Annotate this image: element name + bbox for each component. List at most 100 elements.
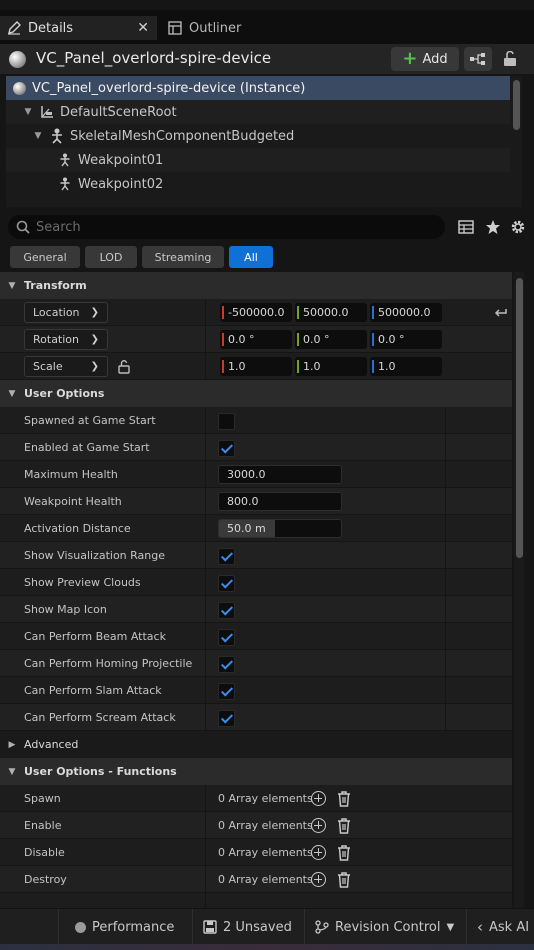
- homing-projectile-row: Can Perform Homing Projectile: [0, 650, 512, 677]
- tree-item-instance[interactable]: VC_Panel_overlord-spire-device (Instance…: [6, 76, 510, 100]
- category-user-options[interactable]: ▼ User Options: [0, 380, 512, 407]
- unlock-icon[interactable]: [118, 360, 130, 374]
- scale-y-field[interactable]: 1.0: [295, 357, 367, 376]
- expand-arrow-icon[interactable]: ▼: [22, 107, 34, 117]
- show-visualization-range-checkbox[interactable]: [218, 548, 235, 565]
- gear-icon[interactable]: [509, 218, 527, 236]
- property-label: Disable: [24, 846, 65, 859]
- scream-attack-checkbox[interactable]: [218, 710, 235, 727]
- tree-item-skeletalmesh[interactable]: ▼ SkeletalMeshComponentBudgeted: [6, 124, 510, 148]
- property-label: Enable: [24, 819, 62, 832]
- transform-location-row: Location ❯ -500000.0 50000.0 500000.0: [0, 299, 512, 326]
- rotation-z-field[interactable]: 0.0 °: [370, 330, 442, 349]
- chevron-down-icon: ❯: [90, 361, 99, 372]
- filter-lod-button[interactable]: LOD: [85, 246, 137, 268]
- filter-row: General LOD Streaming All: [0, 244, 534, 272]
- slam-attack-checkbox[interactable]: [218, 683, 235, 700]
- rotation-dropdown[interactable]: Rotation ❯: [24, 329, 108, 350]
- property-label: Show Map Icon: [24, 603, 107, 616]
- tree-item-label: DefaultSceneRoot: [60, 104, 177, 120]
- add-element-icon[interactable]: [311, 872, 326, 887]
- property-label: Can Perform Homing Projectile: [24, 657, 193, 670]
- category-title: Advanced: [24, 738, 79, 751]
- revision-control-button[interactable]: Revision Control ▼: [304, 909, 456, 945]
- taskbar-strip: [0, 944, 534, 950]
- add-component-button[interactable]: + Add: [391, 47, 459, 71]
- dropdown-label: Location: [33, 306, 80, 319]
- add-label: Add: [422, 51, 448, 67]
- location-z-field[interactable]: 500000.0: [370, 303, 442, 322]
- ask-ai-button[interactable]: ‹ Ask AI: [466, 909, 534, 945]
- tree-item-weakpoint02[interactable]: Weakpoint02: [6, 172, 510, 196]
- column-divider: [205, 461, 206, 488]
- rotation-x-field[interactable]: 0.0 °: [220, 330, 292, 349]
- category-title: Transform: [24, 279, 87, 292]
- homing-projectile-checkbox[interactable]: [218, 656, 235, 673]
- category-transform[interactable]: ▼ Transform: [0, 272, 512, 299]
- column-divider: [445, 704, 446, 731]
- trash-icon[interactable]: [336, 817, 352, 834]
- table-view-icon[interactable]: [457, 218, 475, 236]
- scale-z-field[interactable]: 1.0: [370, 357, 442, 376]
- maximum-health-field[interactable]: 3000.0: [218, 465, 342, 484]
- unlock-icon[interactable]: [500, 49, 520, 69]
- show-map-icon-checkbox[interactable]: [218, 602, 235, 619]
- tree-item-weakpoint01[interactable]: Weakpoint01: [6, 148, 510, 172]
- star-icon[interactable]: [484, 218, 502, 236]
- beam-attack-row: Can Perform Beam Attack: [0, 623, 512, 650]
- spawned-at-game-start-checkbox[interactable]: [218, 413, 235, 430]
- activation-distance-slider[interactable]: 50.0 m: [218, 519, 342, 538]
- property-label: Enabled at Game Start: [24, 441, 150, 454]
- actor-name: VC_Panel_overlord-spire-device: [36, 49, 272, 67]
- filter-general-button[interactable]: General: [10, 246, 80, 268]
- expand-arrow-icon[interactable]: ▼: [32, 131, 44, 141]
- column-divider: [205, 326, 206, 353]
- tree-item-defaultsceneroot[interactable]: ▼ DefaultSceneRoot: [6, 100, 510, 124]
- tree-scrollbar[interactable]: [513, 80, 520, 130]
- collapse-arrow-icon: ▼: [8, 280, 16, 291]
- activation-distance-row: Activation Distance 50.0 m: [0, 515, 512, 542]
- enabled-at-game-start-checkbox[interactable]: [218, 440, 235, 457]
- column-divider: [445, 569, 446, 596]
- tab-details[interactable]: Details ✕: [0, 16, 157, 40]
- add-element-icon[interactable]: [311, 818, 326, 833]
- category-user-options-functions[interactable]: ▼ User Options - Functions: [0, 758, 512, 785]
- scale-x-field[interactable]: 1.0: [220, 357, 292, 376]
- show-visualization-range-row: Show Visualization Range: [0, 542, 512, 569]
- trash-icon[interactable]: [336, 844, 352, 861]
- add-element-icon[interactable]: [311, 845, 326, 860]
- unsaved-button[interactable]: 2 Unsaved: [192, 909, 298, 945]
- scale-dropdown[interactable]: Scale ❯: [24, 356, 108, 377]
- function-destroy-row: Destroy 0 Array elements: [0, 866, 512, 893]
- beam-attack-checkbox[interactable]: [218, 629, 235, 646]
- array-count: 0 Array elements: [218, 846, 313, 859]
- filter-streaming-button[interactable]: Streaming: [142, 246, 224, 268]
- show-preview-clouds-checkbox[interactable]: [218, 575, 235, 592]
- location-x-field[interactable]: -500000.0: [220, 303, 292, 322]
- close-icon[interactable]: ✕: [137, 20, 149, 36]
- trash-icon[interactable]: [336, 790, 352, 807]
- properties-scrollbar[interactable]: [516, 278, 523, 558]
- column-divider: [205, 785, 206, 812]
- blueprint-button[interactable]: [464, 47, 492, 71]
- column-divider: [205, 866, 206, 893]
- expand-arrow-icon: ▶: [8, 739, 16, 750]
- location-dropdown[interactable]: Location ❯: [24, 302, 108, 323]
- trash-icon[interactable]: [336, 871, 352, 888]
- column-divider: [445, 488, 446, 515]
- reset-arrow-icon[interactable]: [494, 305, 508, 319]
- performance-button[interactable]: Performance: [58, 909, 180, 945]
- tab-outliner[interactable]: Outliner: [163, 16, 273, 40]
- filter-all-button[interactable]: All: [229, 246, 273, 268]
- skeleton-icon: [49, 128, 65, 144]
- location-y-field[interactable]: 50000.0: [295, 303, 367, 322]
- category-advanced[interactable]: ▶ Advanced: [0, 731, 512, 758]
- column-divider: [205, 677, 206, 704]
- search-input[interactable]: [36, 219, 416, 235]
- column-divider: [205, 488, 206, 515]
- weakpoint-health-field[interactable]: 800.0: [218, 492, 342, 511]
- rotation-y-field[interactable]: 0.0 °: [295, 330, 367, 349]
- add-element-icon[interactable]: [311, 791, 326, 806]
- pencil-icon: [6, 20, 22, 36]
- transform-rotation-row: Rotation ❯ 0.0 ° 0.0 ° 0.0 °: [0, 326, 512, 353]
